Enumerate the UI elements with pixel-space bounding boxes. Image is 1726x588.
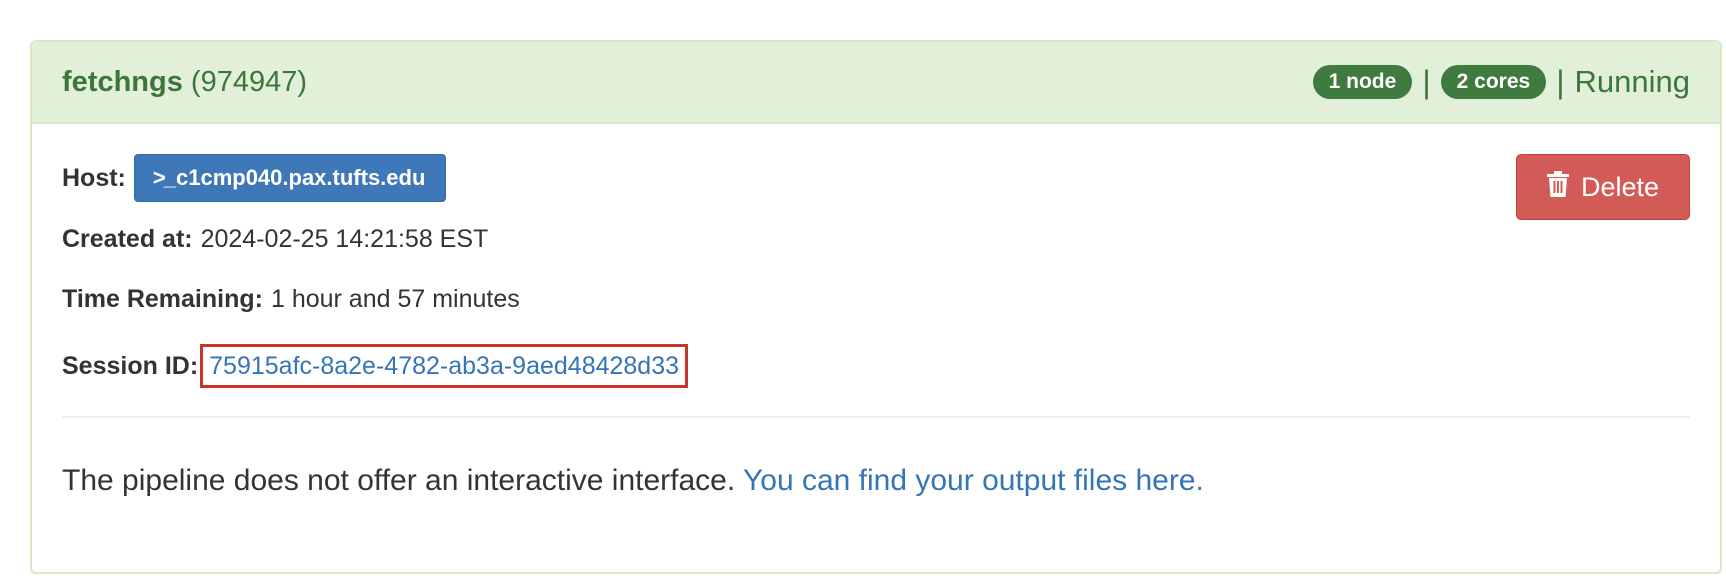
host-row: Host: >_ c1cmp040.pax.tufts.edu xyxy=(62,154,1690,202)
created-row: Created at: 2024-02-25 14:21:58 EST xyxy=(62,224,1690,254)
terminal-icon: >_ xyxy=(152,165,176,190)
cores-badge: 2 cores xyxy=(1440,65,1547,99)
remaining-row: Time Remaining: 1 hour and 57 minutes xyxy=(62,284,1690,314)
panel-heading: fetchngs (974947) 1 node | 2 cores | Run… xyxy=(32,42,1720,124)
output-files-link[interactable]: You can find your output files here. xyxy=(743,464,1204,497)
message-text: The pipeline does not offer an interacti… xyxy=(62,464,743,497)
created-label: Created at: xyxy=(62,225,193,253)
session-label: Session ID: xyxy=(62,352,199,380)
divider xyxy=(62,416,1690,418)
session-row: Session ID: 75915afc-8a2e-4782-ab3a-9aed… xyxy=(62,344,1690,388)
info-message: The pipeline does not offer an interacti… xyxy=(62,464,1690,498)
delete-label: Delete xyxy=(1580,171,1660,202)
trash-icon xyxy=(1546,170,1569,204)
job-id: (974947) xyxy=(190,65,307,98)
panel-body: Host: >_ c1cmp040.pax.tufts.edu Created … xyxy=(32,124,1720,498)
remaining-label: Time Remaining: xyxy=(62,285,263,313)
nodes-badge: 1 node xyxy=(1312,65,1413,99)
created-value: 2024-02-25 14:21:58 EST xyxy=(200,225,489,253)
host-value: c1cmp040.pax.tufts.edu xyxy=(175,165,426,190)
panel-title: fetchngs (974947) xyxy=(62,66,307,99)
session-panel: fetchngs (974947) 1 node | 2 cores | Run… xyxy=(30,40,1722,574)
delete-button[interactable]: Delete xyxy=(1516,154,1690,220)
separator: | xyxy=(1556,64,1565,100)
status-text: Running xyxy=(1574,64,1690,99)
status-area: 1 node | 2 cores | Running xyxy=(1312,64,1690,100)
host-button[interactable]: >_ c1cmp040.pax.tufts.edu xyxy=(133,154,447,202)
session-name: fetchngs xyxy=(62,65,183,98)
session-id-link[interactable]: 75915afc-8a2e-4782-ab3a-9aed48428d33 xyxy=(200,344,689,388)
host-label: Host: xyxy=(62,164,126,192)
remaining-value: 1 hour and 57 minutes xyxy=(270,285,520,313)
separator: | xyxy=(1422,64,1431,100)
